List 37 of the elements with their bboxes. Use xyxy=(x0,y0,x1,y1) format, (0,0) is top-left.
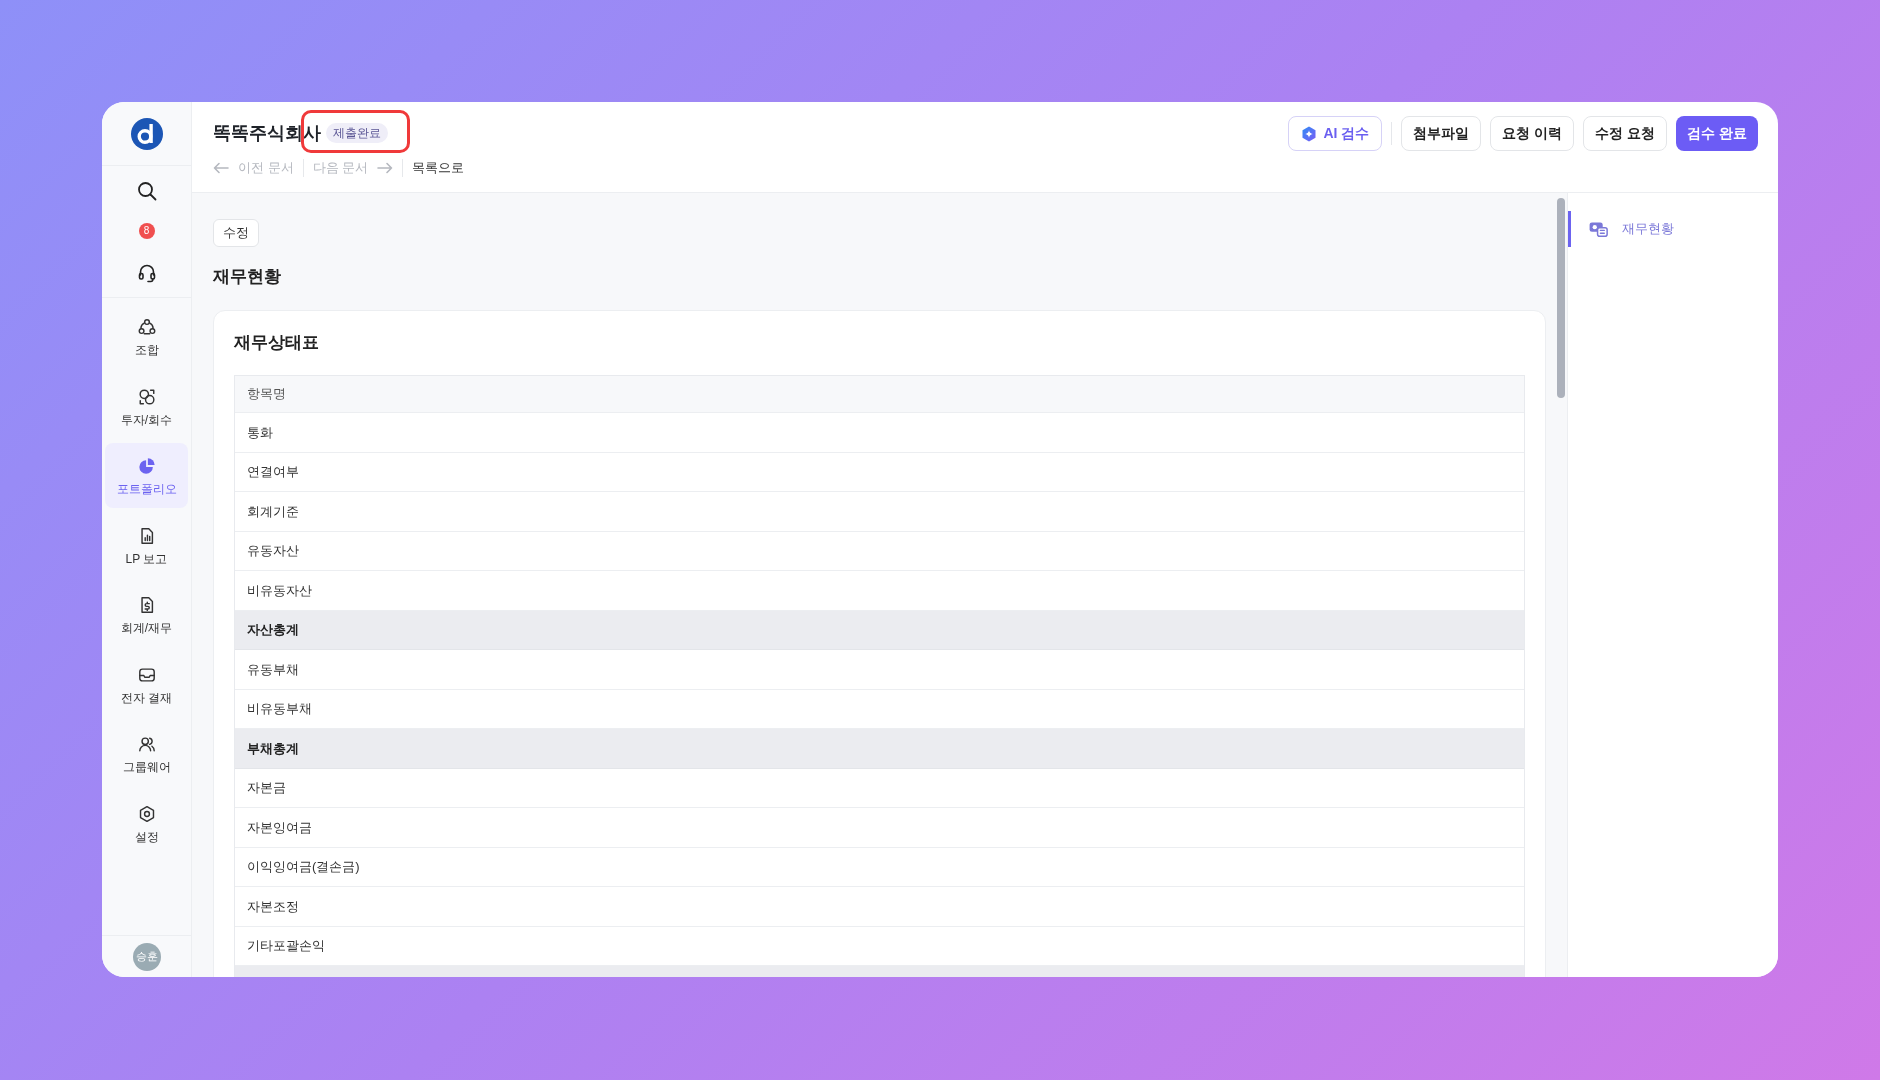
total-cell: 자산총계 xyxy=(235,610,1524,650)
pie-chart-icon xyxy=(137,457,156,475)
edit-button[interactable]: 수정 xyxy=(213,219,259,247)
two-circles-arrows-icon xyxy=(137,387,156,406)
headset-icon[interactable] xyxy=(136,263,157,283)
outline-item[interactable]: 재무현황 xyxy=(1568,211,1778,247)
column-header: 항목명 xyxy=(235,376,1524,413)
sidebar-item[interactable]: LP 보고 xyxy=(105,512,188,578)
notification-badge[interactable]: 8 xyxy=(138,223,155,239)
three-circles-icon xyxy=(137,318,156,336)
sidebar-item[interactable]: 회계/재무 xyxy=(105,582,188,647)
sidebar-item[interactable]: 투자/회수 xyxy=(105,373,188,439)
nav-link[interactable]: 목록으로 xyxy=(412,158,465,178)
card-title: 재무상태표 xyxy=(234,332,320,354)
toolbar-button[interactable]: 요청 이력 xyxy=(1490,116,1575,151)
ai-review-button[interactable]: AI 검수 xyxy=(1288,116,1383,151)
people-icon xyxy=(137,735,156,753)
section-title: 재무현황 xyxy=(213,266,282,288)
status-badge: 제출완료 xyxy=(326,123,388,143)
complete-review-button[interactable]: 검수 완료 xyxy=(1676,116,1758,151)
banknote-icon xyxy=(1589,221,1608,237)
sidebar-item[interactable]: 조합 xyxy=(105,304,188,369)
scrollbar-thumb[interactable] xyxy=(1557,198,1565,398)
total-cell: 부채총계 xyxy=(235,729,1524,769)
arrow-right-icon xyxy=(377,162,394,174)
sidebar-item[interactable]: 전자 결재 xyxy=(105,651,188,717)
inbox-icon xyxy=(137,665,156,684)
sidebar-item[interactable]: 설정 xyxy=(105,790,188,856)
sidebar-item[interactable]: 그룹웨어 xyxy=(105,721,188,786)
search-icon[interactable] xyxy=(136,181,157,201)
toolbar-button[interactable]: 첨부파일 xyxy=(1401,116,1482,151)
sidebar-item[interactable]: 포트폴리오 xyxy=(105,443,188,508)
toolbar-button[interactable]: 수정 요청 xyxy=(1583,116,1668,151)
settings-icon xyxy=(137,804,156,823)
logo-icon[interactable] xyxy=(130,117,163,150)
sparkle-hexagon-icon xyxy=(1301,125,1318,142)
arrow-left-icon xyxy=(213,162,229,174)
